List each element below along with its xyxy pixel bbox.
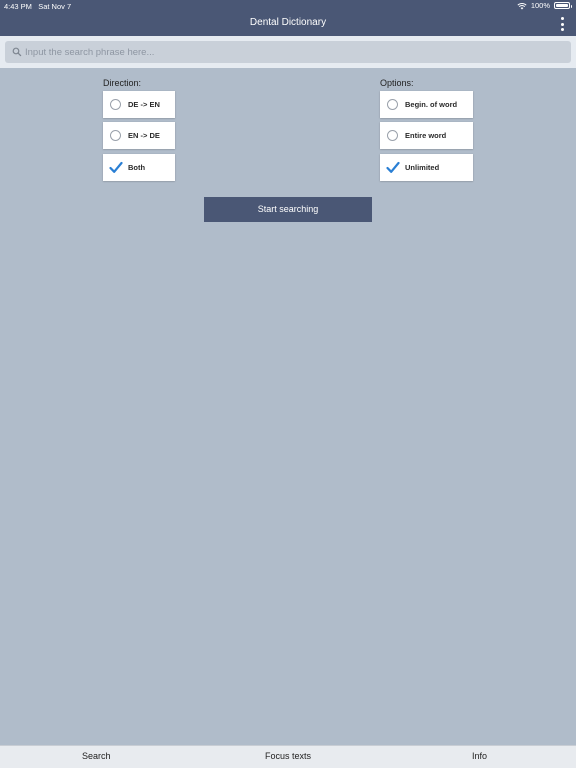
battery-icon [554, 2, 572, 9]
checkmark-icon [386, 161, 400, 173]
start-searching-button[interactable]: Start searching [204, 197, 372, 222]
status-time: 4:43 PM [4, 2, 32, 11]
tab-info[interactable]: Info [472, 751, 487, 761]
option-label: Entire word [405, 131, 447, 140]
search-box[interactable] [5, 41, 571, 63]
app-header: 4:43 PM Sat Nov 7 100% Dental Dictionary [0, 0, 576, 36]
search-bar [0, 36, 576, 68]
option-begin-of-word[interactable]: Begin. of word [380, 91, 473, 118]
status-date: Sat Nov 7 [38, 2, 72, 11]
checkmark-icon [109, 161, 123, 173]
status-time-date: 4:43 PM Sat Nov 7 [4, 2, 71, 11]
battery-percent: 100% [530, 1, 550, 10]
direction-option-en-de[interactable]: EN -> DE [103, 122, 175, 149]
page-title: Dental Dictionary [249, 17, 327, 28]
status-right: 100% [517, 1, 572, 10]
option-label: DE -> EN [128, 100, 160, 109]
radio-unselected-icon [110, 99, 121, 110]
option-label: EN -> DE [128, 131, 160, 140]
direction-option-both[interactable]: Both [103, 154, 175, 181]
option-label: Unlimited [405, 163, 440, 172]
tab-bar: Search Focus texts Info [0, 745, 576, 768]
option-label: Both [128, 163, 146, 172]
radio-unselected-icon [387, 130, 398, 141]
direction-option-de-en[interactable]: DE -> EN [103, 91, 175, 118]
radio-unselected-icon [387, 99, 398, 110]
option-unlimited[interactable]: Unlimited [380, 154, 473, 181]
more-menu-icon[interactable] [560, 17, 564, 31]
search-icon [12, 47, 22, 57]
tab-search[interactable]: Search [82, 751, 111, 761]
wifi-icon [517, 2, 527, 9]
option-entire-word[interactable]: Entire word [380, 122, 473, 149]
option-label: Begin. of word [405, 100, 458, 109]
tab-focus-texts[interactable]: Focus texts [265, 751, 311, 761]
radio-unselected-icon [110, 130, 121, 141]
direction-label: Direction: [103, 78, 142, 88]
options-label: Options: [380, 78, 414, 88]
search-input[interactable] [25, 41, 565, 63]
